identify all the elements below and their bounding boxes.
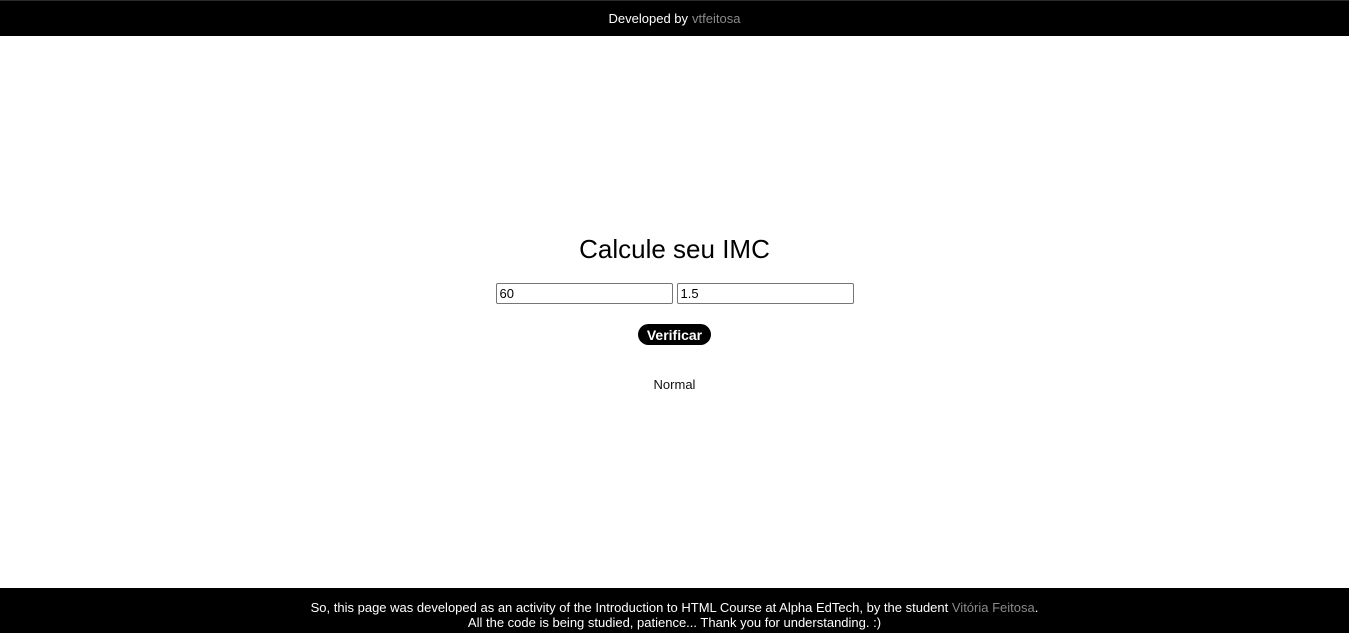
height-input[interactable] (676, 283, 854, 304)
weight-input[interactable] (495, 283, 673, 304)
footer-line-2: All the code is being studied, patience.… (467, 615, 882, 630)
student-link[interactable]: Vitória Feitosa (952, 600, 1035, 615)
footer-text-before: So, this page was developed as an activi… (310, 600, 952, 615)
developed-by-label: Developed by (608, 11, 689, 26)
main-content: Calcule seu IMC Verificar Normal (0, 36, 1349, 588)
page-title: Calcule seu IMC (579, 234, 770, 264)
footer-line-1: So, this page was developed as an activi… (0, 600, 1349, 615)
author-link[interactable]: vtfeitosa (692, 11, 740, 26)
footer-text-after: . (1034, 600, 1039, 615)
imc-input-row (0, 283, 1349, 304)
footer: So, this page was developed as an activi… (0, 588, 1349, 633)
button-row: Verificar (0, 324, 1349, 345)
top-bar: Developed by vtfeitosa (0, 0, 1349, 36)
imc-result-text: Normal (653, 377, 696, 392)
verify-button[interactable]: Verificar (637, 324, 712, 345)
